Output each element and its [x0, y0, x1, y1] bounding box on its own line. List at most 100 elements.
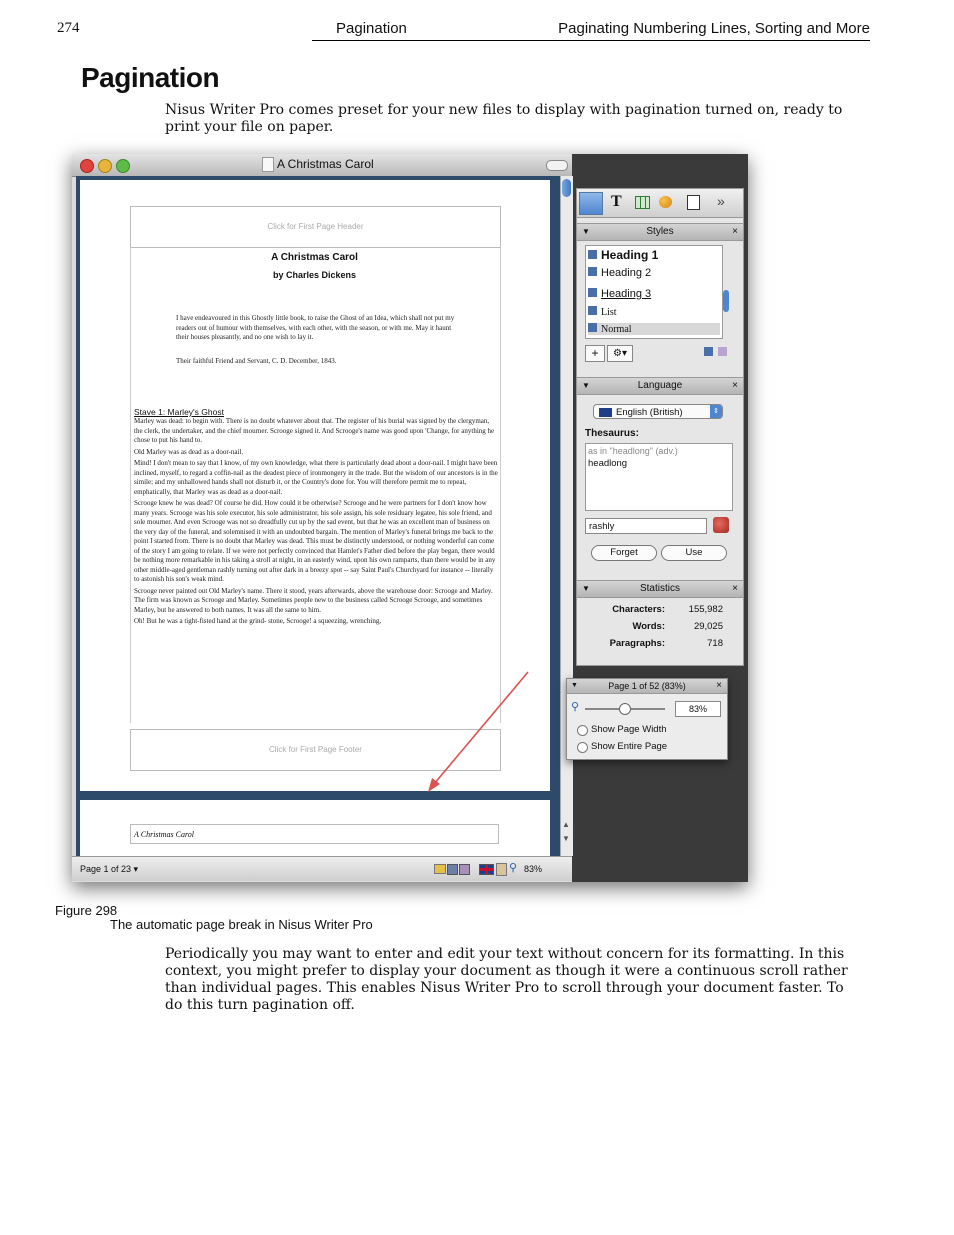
- page-zoom-palette-header[interactable]: ▼ Page 1 of 52 (83%) ×: [567, 679, 727, 694]
- next-page-header[interactable]: A Christmas Carol: [130, 824, 499, 844]
- document-icon: [262, 157, 274, 172]
- stat-label: Paragraphs:: [609, 638, 665, 649]
- paragraph-style-icon: [588, 288, 597, 297]
- language-select[interactable]: English (British) ⇕: [593, 404, 723, 419]
- use-button[interactable]: Use: [661, 545, 727, 561]
- styles-list: Heading 1 Heading 2 Heading 3 List Norma…: [585, 245, 729, 339]
- annotation-arrow: [428, 671, 529, 792]
- disclosure-triangle-icon[interactable]: ▼: [582, 581, 590, 597]
- style-item[interactable]: Heading 1: [588, 248, 720, 262]
- panel-close-icon[interactable]: ×: [732, 581, 738, 597]
- preface-text: I have endeavoured in this Ghostly littl…: [176, 314, 455, 341]
- styles-panel-header[interactable]: ▼ Styles ×: [577, 223, 743, 241]
- style-item[interactable]: Heading 2: [588, 267, 720, 279]
- text-paragraph: Mind! I don't mean to say that I know, o…: [134, 459, 498, 496]
- book-title: A Christmas Carol: [271, 252, 358, 263]
- uk-flag-icon: [599, 408, 612, 417]
- page-number: 274: [57, 20, 80, 36]
- thesaurus-lookup-icon[interactable]: [713, 517, 729, 533]
- clipboard-icon[interactable]: [496, 863, 507, 876]
- header-rule: [312, 40, 870, 41]
- panel-close-icon[interactable]: ×: [732, 378, 738, 394]
- thesaurus-label: Thesaurus:: [585, 428, 639, 439]
- text-paragraph: Old Marley was as dead as a door-nail.: [134, 447, 244, 456]
- toolbar-toggle-button[interactable]: [546, 160, 568, 171]
- panel-close-icon[interactable]: ×: [716, 679, 722, 693]
- language-flag-icon[interactable]: [479, 864, 494, 875]
- body-text: Marley was dead: to begin with. There is…: [134, 417, 498, 627]
- running-header-section: Pagination: [336, 20, 407, 37]
- panel-close-icon[interactable]: ×: [732, 224, 738, 240]
- entire-page-radio[interactable]: [577, 742, 588, 753]
- thesaurus-results[interactable]: as in "headlong" (adv.) headlong: [585, 443, 733, 511]
- book-author: by Charles Dickens: [272, 270, 357, 280]
- page-indicator[interactable]: Page 1 of 23 ▾: [80, 864, 138, 875]
- statistics-panel-title: Statistics: [639, 583, 680, 594]
- text-tool-icon[interactable]: T: [611, 193, 622, 211]
- document-area: Click for First Page Header A Christmas …: [76, 176, 560, 860]
- thesaurus-word-input[interactable]: rashly: [585, 518, 707, 534]
- paragraph-style-icon: [588, 323, 597, 332]
- table-tool-icon[interactable]: [635, 196, 650, 209]
- forget-button[interactable]: Forget: [591, 545, 657, 561]
- page-title: Pagination: [81, 62, 220, 93]
- thesaurus-result[interactable]: headlong: [588, 458, 627, 469]
- zoom-magnifier-icon[interactable]: ⚲: [509, 861, 517, 874]
- inspector-palette: T » ▼ Styles × Heading 1 Heading 2 Headi…: [576, 188, 744, 666]
- text-paragraph: Scrooge knew he was dead? Of course he d…: [134, 499, 496, 583]
- language-panel-header[interactable]: ▼ Language ×: [577, 377, 743, 395]
- graphics-tool-icon[interactable]: [659, 196, 672, 208]
- page-header-area[interactable]: Click for First Page Header: [130, 206, 501, 248]
- disclosure-triangle-icon[interactable]: ▼: [582, 224, 590, 240]
- disclosure-triangle-icon[interactable]: ▼: [571, 679, 578, 693]
- paragraph-style-filter-icon[interactable]: [704, 347, 713, 356]
- body-paragraph: Periodically you may want to enter and e…: [165, 946, 848, 1013]
- zoom-level[interactable]: 83%: [524, 864, 542, 875]
- highlight-icon[interactable]: [434, 864, 446, 874]
- scroll-up-icon[interactable]: ▲: [562, 820, 570, 829]
- text-paragraph: Marley was dead: to begin with. There is…: [134, 417, 495, 444]
- app-window-screenshot: A Christmas Carol Click for First Page H…: [72, 154, 748, 882]
- scroll-down-icon[interactable]: ▼: [562, 834, 570, 843]
- zoom-percent-input[interactable]: 83%: [675, 701, 721, 717]
- select-arrows-icon[interactable]: ⇕: [710, 405, 722, 418]
- intro-paragraph: Nisus Writer Pro comes preset for your n…: [165, 102, 843, 135]
- page-width-label: Show Page Width: [591, 724, 667, 735]
- page-width-radio[interactable]: [577, 725, 588, 736]
- scroll-thumb[interactable]: [562, 179, 571, 197]
- stat-value: 718: [707, 638, 723, 649]
- close-icon[interactable]: [80, 159, 94, 173]
- pen-tool-icon[interactable]: [579, 192, 603, 215]
- disclosure-triangle-icon[interactable]: ▼: [582, 378, 590, 394]
- styles-panel-title: Styles: [646, 226, 674, 237]
- page-tool-icon[interactable]: [687, 195, 700, 210]
- style-icon[interactable]: [447, 864, 458, 875]
- text-paragraph: Oh! But he was a tight-fisted hand at th…: [134, 617, 382, 625]
- figure-caption: The automatic page break in Nisus Writer…: [110, 917, 373, 932]
- running-header-chapter: Paginating Numbering Lines, Sorting and …: [558, 20, 870, 37]
- paragraph-style-icon: [588, 250, 597, 259]
- next-page[interactable]: A Christmas Carol: [80, 800, 550, 860]
- figure-number: Figure 298: [55, 903, 118, 918]
- style-item[interactable]: Normal: [588, 323, 720, 335]
- more-tools-icon[interactable]: »: [717, 193, 725, 209]
- paragraph-style-icon: [588, 267, 597, 276]
- statistics-panel-header[interactable]: ▼ Statistics ×: [577, 580, 743, 598]
- stave-heading: Stave 1: Marley's Ghost: [134, 407, 224, 417]
- add-style-button[interactable]: +: [585, 345, 605, 362]
- language-panel-title: Language: [637, 380, 683, 391]
- zoom-icon[interactable]: [116, 159, 130, 173]
- zoom-slider-knob[interactable]: [619, 703, 631, 715]
- window-title: A Christmas Carol: [277, 157, 374, 171]
- preface-signature: Their faithful Friend and Servant, C. D.…: [176, 357, 337, 365]
- thesaurus-hint: as in "headlong" (adv.): [588, 446, 678, 456]
- character-style-filter-icon[interactable]: [718, 347, 727, 356]
- style-item[interactable]: List: [588, 306, 720, 318]
- character-style-icon[interactable]: [459, 864, 470, 875]
- stat-label: Characters:: [612, 604, 665, 615]
- styles-scroll-thumb[interactable]: [723, 290, 729, 312]
- style-actions-gear-icon[interactable]: ⚙▾: [607, 345, 633, 362]
- minimize-icon[interactable]: [98, 159, 112, 173]
- paragraph-style-icon: [588, 306, 597, 315]
- style-item[interactable]: Heading 3: [588, 288, 720, 300]
